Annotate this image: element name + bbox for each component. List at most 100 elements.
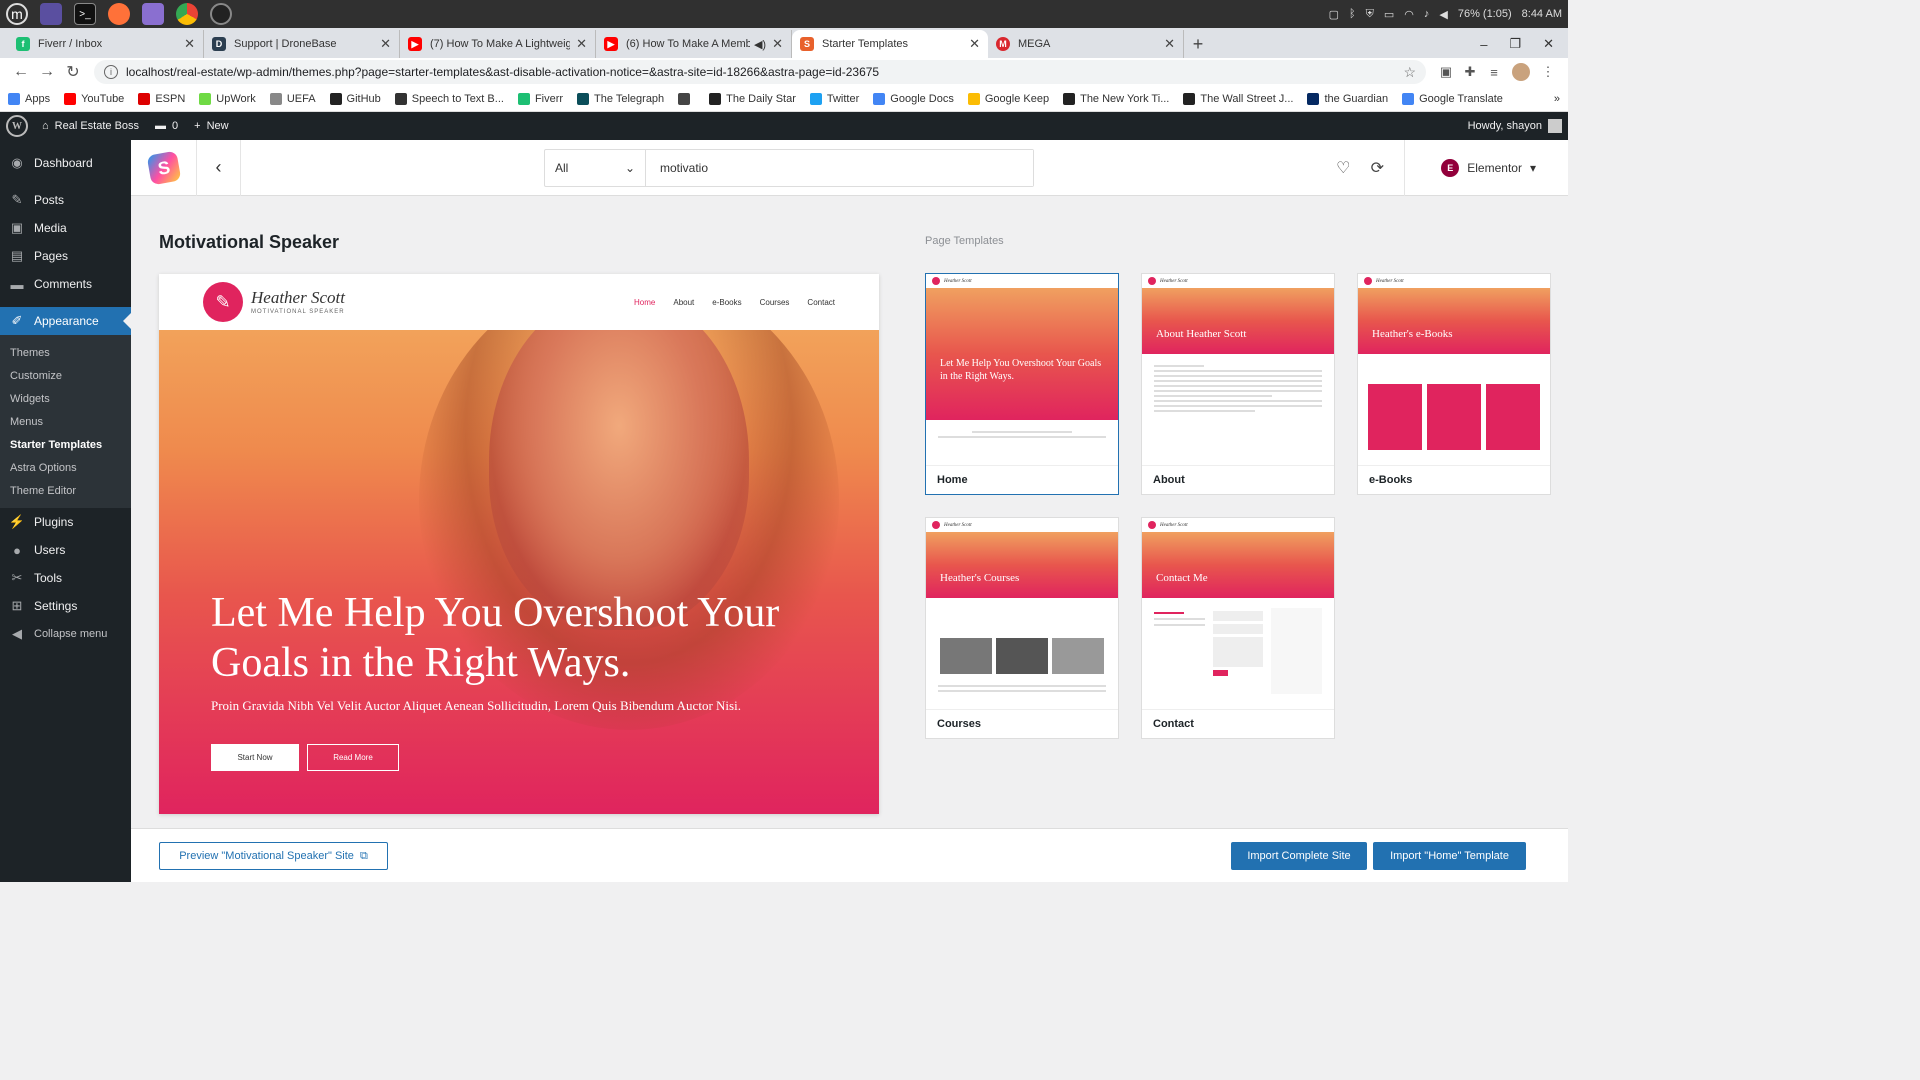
bookmark-item[interactable]: Google Keep <box>967 92 1049 105</box>
close-tab-icon[interactable]: ✕ <box>576 36 587 52</box>
submenu-theme-editor[interactable]: Theme Editor <box>0 479 131 502</box>
search-input[interactable] <box>646 150 1033 186</box>
clock[interactable]: 8:44 AM <box>1522 8 1562 20</box>
sidebar-item-settings[interactable]: ⊞ Settings <box>0 592 131 620</box>
template-card-ebooks[interactable]: Heather Scott Heather's e-Books e-Books <box>1357 273 1551 495</box>
close-tab-icon[interactable]: ✕ <box>969 36 980 52</box>
address-bar[interactable]: i localhost/real-estate/wp-admin/themes.… <box>94 60 1426 84</box>
bookmark-item[interactable]: The Wall Street J... <box>1183 92 1293 105</box>
bookmark-item[interactable]: GitHub <box>329 92 381 105</box>
sidebar-item-dashboard[interactable]: ◉ Dashboard <box>0 149 131 177</box>
bookmark-item[interactable]: The New York Ti... <box>1063 92 1169 105</box>
bookmark-item[interactable]: Speech to Text B... <box>394 92 504 105</box>
maximize-icon[interactable]: ❐ <box>1509 36 1521 52</box>
wordpress-logo-icon[interactable]: W <box>6 115 28 137</box>
close-tab-icon[interactable]: ✕ <box>380 36 391 52</box>
template-card-about[interactable]: Heather Scott About Heather Scott About <box>1141 273 1335 495</box>
close-tab-icon[interactable]: ✕ <box>1164 36 1175 52</box>
url-text[interactable]: localhost/real-estate/wp-admin/themes.ph… <box>126 65 879 79</box>
template-card-home[interactable]: Heather Scott Let Me Help You Overshoot … <box>925 273 1119 495</box>
bookmark-item[interactable]: ESPN <box>138 92 185 105</box>
sidebar-item-posts[interactable]: ✎ Posts <box>0 186 131 214</box>
site-preview[interactable]: ✎ Heather Scott MOTIVATIONAL SPEAKER Hom… <box>159 274 879 814</box>
tab-fiverr[interactable]: f Fiverr / Inbox ✕ <box>8 30 204 58</box>
submenu-astra-options[interactable]: Astra Options <box>0 456 131 479</box>
import-template-button[interactable]: Import "Home" Template <box>1373 842 1526 870</box>
files-icon[interactable] <box>142 3 164 25</box>
audio-icon[interactable]: ♪ <box>1424 8 1430 20</box>
tab-youtube-7[interactable]: ▶ (7) How To Make A Lightweig ✕ <box>400 30 596 58</box>
sidebar-item-pages[interactable]: ▤ Pages <box>0 242 131 270</box>
volume-icon[interactable]: ◀ <box>1439 8 1447 21</box>
favorites-heart-icon[interactable]: ♡ <box>1326 158 1360 178</box>
more-bookmarks-icon[interactable]: » <box>1554 93 1560 105</box>
workspace-icon[interactable] <box>40 3 62 25</box>
bookmark-item[interactable]: Fiverr <box>517 92 563 105</box>
import-complete-site-button[interactable]: Import Complete Site <box>1231 842 1367 870</box>
bookmark-item[interactable]: YouTube <box>64 92 124 105</box>
new-tab-button[interactable]: + <box>1184 30 1212 58</box>
audio-playing-icon[interactable]: ◀) <box>754 38 766 51</box>
category-select[interactable]: All ⌄ <box>545 150 646 186</box>
puzzle-icon[interactable]: ✚ <box>1458 64 1482 80</box>
reload-icon[interactable]: ↻ <box>60 62 86 82</box>
comments-link[interactable]: ▬ 0 <box>155 120 178 132</box>
bookmark-item[interactable]: Twitter <box>809 92 859 105</box>
shield-icon[interactable]: ⛨ <box>1366 8 1374 21</box>
sidebar-item-media[interactable]: ▣ Media <box>0 214 131 242</box>
new-content-link[interactable]: + New <box>194 120 228 132</box>
bookmark-item[interactable] <box>678 92 695 105</box>
submenu-menus[interactable]: Menus <box>0 410 131 433</box>
tab-starter-templates[interactable]: S Starter Templates ✕ <box>792 30 988 58</box>
sidebar-item-tools[interactable]: ✂ Tools <box>0 564 131 592</box>
tab-mega[interactable]: M MEGA ✕ <box>988 30 1184 58</box>
bookmark-item[interactable]: The Daily Star <box>709 92 796 105</box>
sidebar-item-users[interactable]: ● Users <box>0 536 131 564</box>
bluetooth-icon[interactable]: ᛒ <box>1349 8 1356 20</box>
close-window-icon[interactable]: ✕ <box>1543 36 1554 52</box>
bookmark-star-icon[interactable]: ☆ <box>1403 64 1416 81</box>
extension-icon[interactable]: ▣ <box>1434 64 1458 80</box>
bookmark-item[interactable]: UpWork <box>199 92 256 105</box>
sidebar-item-comments[interactable]: ▬ Comments <box>0 270 131 298</box>
submenu-starter-templates[interactable]: Starter Templates <box>0 433 131 456</box>
mint-menu-icon[interactable]: m <box>6 3 28 25</box>
starter-templates-logo[interactable]: S <box>131 139 197 196</box>
site-name-link[interactable]: ⌂ Real Estate Boss <box>42 120 139 132</box>
forward-icon[interactable]: → <box>34 63 60 81</box>
collapse-menu-button[interactable]: ◀ Collapse menu <box>0 620 131 648</box>
bookmark-item[interactable]: Google Docs <box>873 92 954 105</box>
chrome-icon[interactable] <box>176 3 198 25</box>
bookmark-item[interactable]: Google Translate <box>1402 92 1503 105</box>
browser-menu-icon[interactable]: ⋮ <box>1536 64 1560 80</box>
wifi-icon[interactable]: ◠ <box>1404 8 1414 21</box>
bookmark-item[interactable]: UEFA <box>269 92 316 105</box>
minimize-icon[interactable]: – <box>1480 37 1487 52</box>
account-menu[interactable]: Howdy, shayon <box>1468 119 1562 133</box>
bookmark-item[interactable]: The Telegraph <box>577 92 664 105</box>
template-card-contact[interactable]: Heather Scott Contact Me Contact <box>1141 517 1335 739</box>
submenu-customize[interactable]: Customize <box>0 364 131 387</box>
tab-dronebase[interactable]: D Support | DroneBase ✕ <box>204 30 400 58</box>
preview-site-button[interactable]: Preview "Motivational Speaker" Site ⧉ <box>159 842 388 870</box>
submenu-widgets[interactable]: Widgets <box>0 387 131 410</box>
template-card-courses[interactable]: Heather Scott Heather's Courses Courses <box>925 517 1119 739</box>
back-icon[interactable]: ← <box>8 63 34 81</box>
firefox-icon[interactable] <box>108 3 130 25</box>
media-control-icon[interactable]: ≡ <box>1482 65 1506 80</box>
close-tab-icon[interactable]: ✕ <box>184 36 195 52</box>
tab-youtube-6[interactable]: ▶ (6) How To Make A Membe ◀) ✕ <box>596 30 792 58</box>
page-builder-select[interactable]: E Elementor ▾ <box>1404 139 1568 196</box>
battery-status[interactable]: 76% (1:05) <box>1458 8 1512 20</box>
terminal-icon[interactable]: >_ <box>74 3 96 25</box>
network-icon[interactable]: ▢ <box>1329 8 1339 21</box>
obs-icon[interactable] <box>210 3 232 25</box>
close-tab-icon[interactable]: ✕ <box>772 36 783 52</box>
submenu-themes[interactable]: Themes <box>0 341 131 364</box>
sidebar-item-plugins[interactable]: ⚡ Plugins <box>0 508 131 536</box>
sync-icon[interactable]: ⟳ <box>1360 158 1394 178</box>
display-icon[interactable]: ▭ <box>1384 8 1394 21</box>
sidebar-item-appearance[interactable]: ✐ Appearance <box>0 307 131 335</box>
site-info-icon[interactable]: i <box>104 65 118 79</box>
back-button[interactable]: ‹ <box>197 139 241 196</box>
